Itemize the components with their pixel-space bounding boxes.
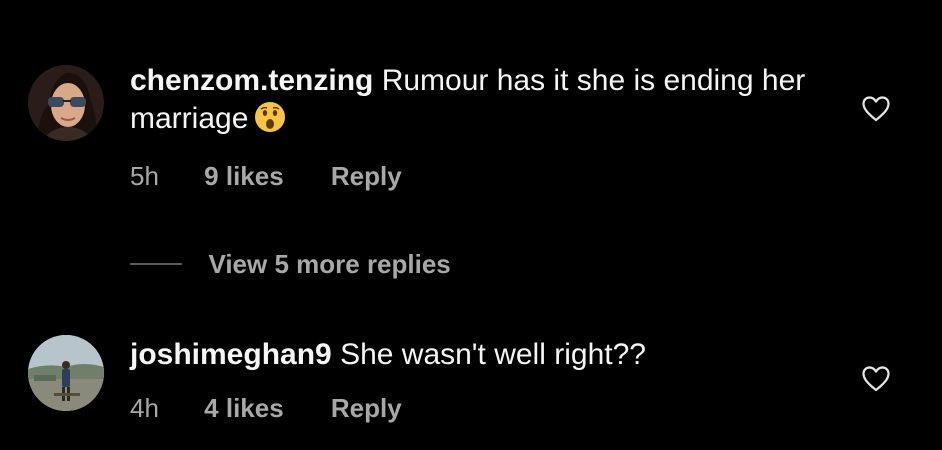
avatar[interactable] — [28, 65, 104, 141]
comment-meta: 5h 9 likes Reply — [130, 160, 402, 192]
comment-text: She wasn't well right?? — [340, 338, 646, 371]
replies-divider — [130, 263, 182, 265]
astonished-face-icon — [254, 101, 286, 143]
avatar[interactable] — [28, 335, 104, 411]
likes-count[interactable]: 4 likes — [204, 392, 284, 424]
view-more-replies[interactable]: View 5 more replies — [130, 248, 451, 280]
comment-username[interactable]: chenzom.tenzing — [130, 64, 373, 97]
comment-body: joshimeghan9 She wasn't well right?? — [130, 336, 820, 374]
reply-button[interactable]: Reply — [331, 160, 402, 192]
view-more-replies-label[interactable]: View 5 more replies — [208, 249, 450, 279]
comment-meta: 4h 4 likes Reply — [130, 392, 402, 424]
heart-icon[interactable] — [862, 366, 890, 392]
reply-button[interactable]: Reply — [331, 392, 402, 424]
heart-icon[interactable] — [862, 96, 890, 122]
comment-username[interactable]: joshimeghan9 — [130, 338, 332, 371]
comment-time: 4h — [130, 393, 159, 423]
comment-time: 5h — [130, 161, 159, 191]
comment-body: chenzom.tenzing Rumour has it she is end… — [130, 62, 820, 143]
likes-count[interactable]: 9 likes — [204, 160, 284, 192]
